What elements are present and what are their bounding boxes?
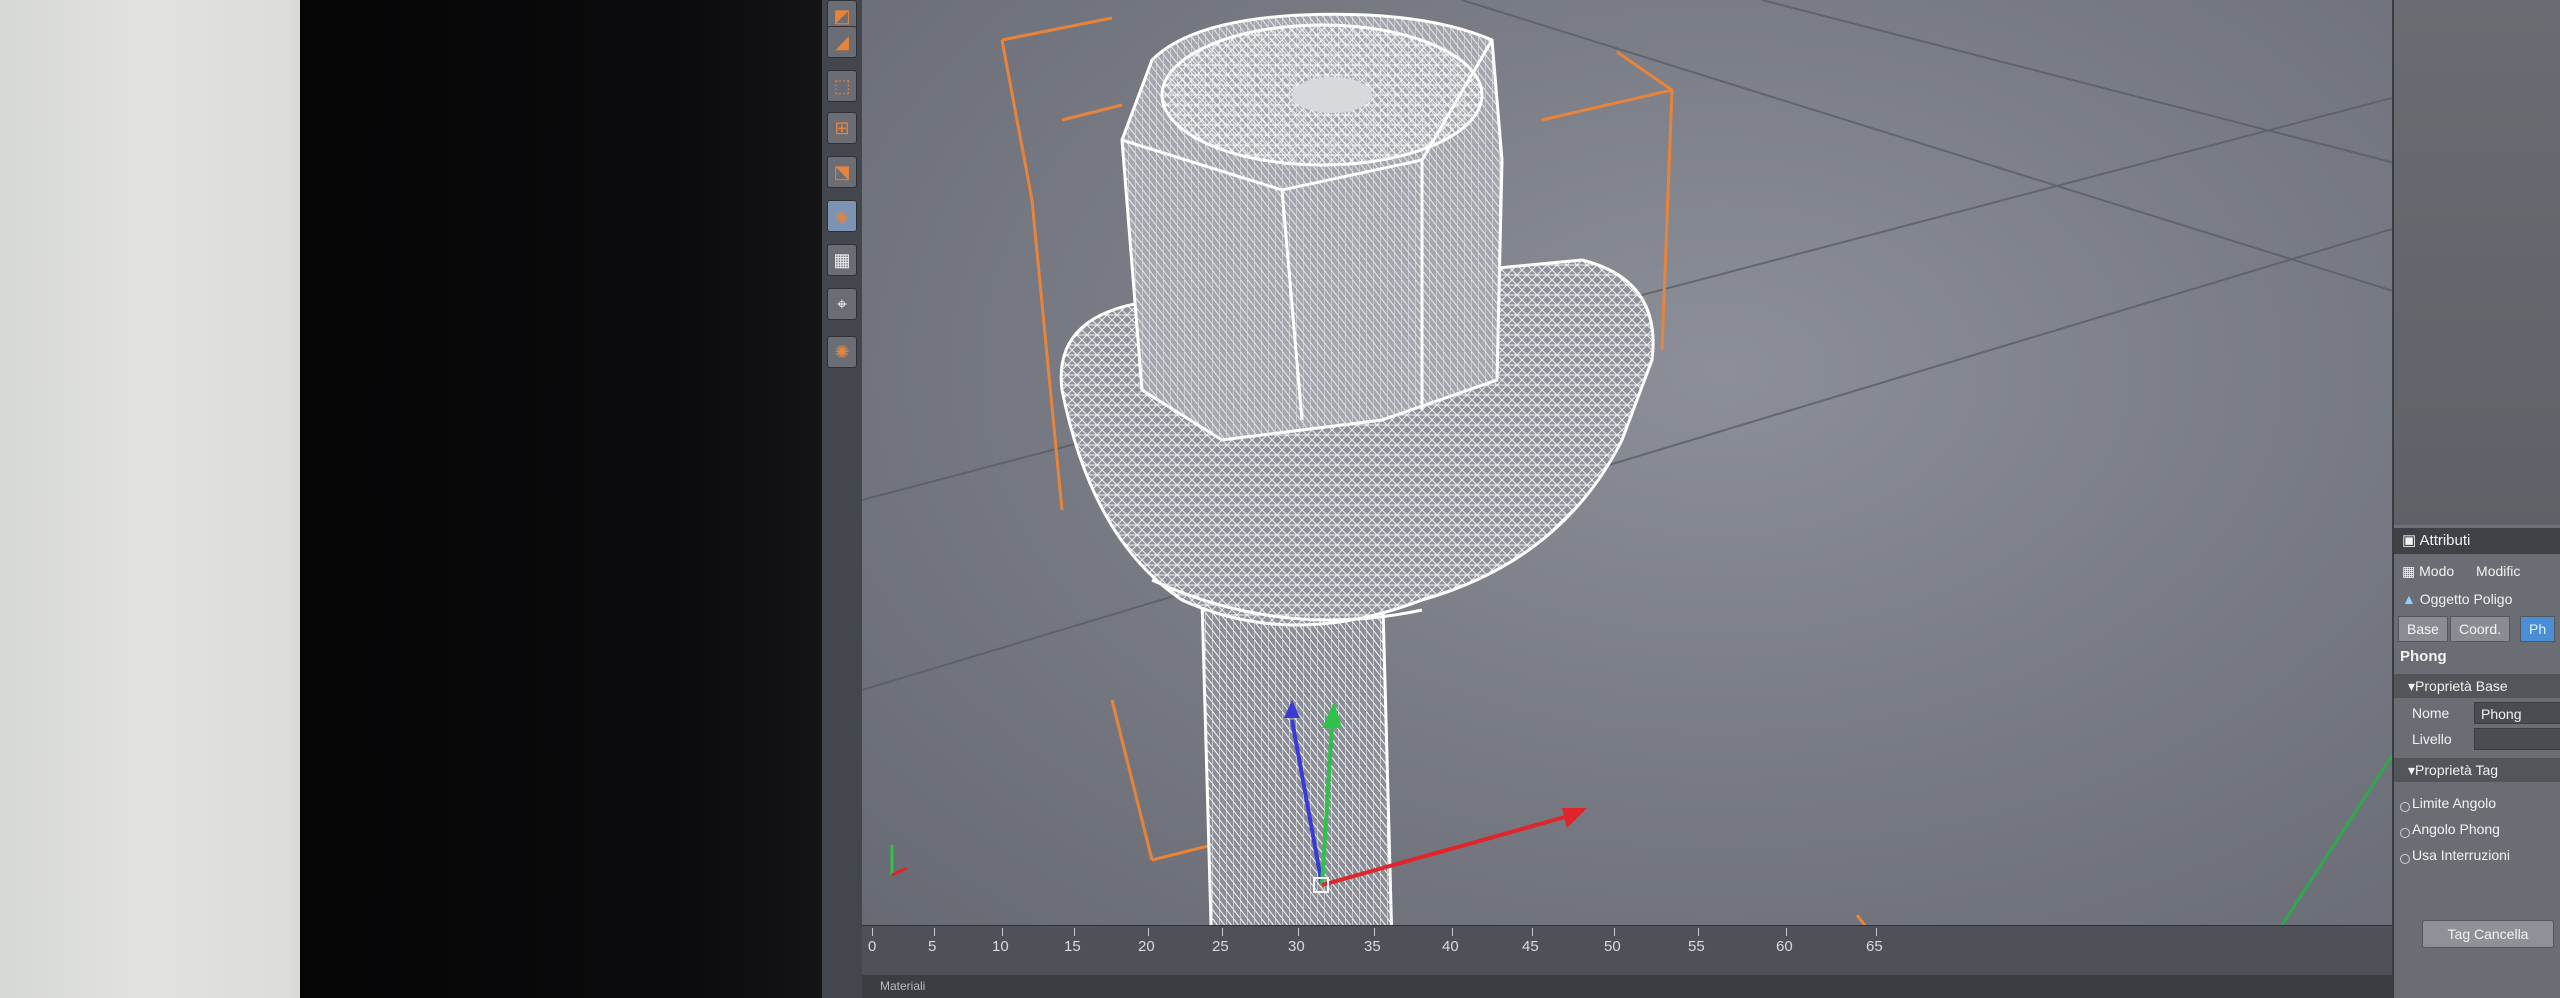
right-panel: ▣ Attributi ▦ Modo Modific ▲ Oggetto Pol… bbox=[2392, 0, 2560, 998]
timeline[interactable]: 0 5 10 15 20 25 30 35 40 45 50 55 60 65 bbox=[862, 925, 2422, 976]
uv-mode-icon[interactable]: ◈ bbox=[827, 200, 857, 232]
menu-edit[interactable]: Modific bbox=[2476, 563, 2520, 579]
tag-delete-button[interactable]: Tag Cancella bbox=[2422, 920, 2554, 948]
paint-icon[interactable]: ✺ bbox=[827, 336, 857, 368]
edges-mode-icon[interactable]: ⊞ bbox=[827, 112, 857, 144]
grid-icon: ▦ bbox=[2402, 563, 2420, 579]
timeline-tick: 35 bbox=[1364, 938, 1381, 955]
name-field[interactable]: Phong bbox=[2474, 702, 2560, 724]
attributes-title: Attributi bbox=[2419, 532, 2471, 549]
menu-mode[interactable]: Modo bbox=[2419, 563, 2454, 579]
attributes-manager: ▣ Attributi ▦ Modo Modific ▲ Oggetto Pol… bbox=[2394, 528, 2560, 998]
y-axis-line bbox=[2280, 739, 2404, 925]
mode-toolbar: ◩ ◢ ⬚ ⊞ ⬔ ◈ ▦ ⌖ ✺ bbox=[822, 0, 863, 998]
tag-heading: Phong bbox=[2400, 648, 2447, 665]
timeline-tick: 20 bbox=[1138, 938, 1155, 955]
tab-coord[interactable]: Coord. bbox=[2450, 616, 2511, 642]
timeline-tick: 50 bbox=[1604, 938, 1621, 955]
timeline-tick: 65 bbox=[1866, 938, 1883, 955]
tab-phong[interactable]: Ph bbox=[2520, 616, 2556, 642]
3d-viewport[interactable] bbox=[862, 0, 2424, 925]
timeline-tick: 55 bbox=[1688, 938, 1705, 955]
cinema4d-screen: ◩ ◢ ⬚ ⊞ ⬔ ◈ ▦ ⌖ ✺ 0 5 10 15 20 25 30 35 … bbox=[822, 0, 2560, 998]
timeline-tick: 15 bbox=[1064, 938, 1081, 955]
section-tag-properties[interactable]: ▾Proprietà Tag bbox=[2394, 758, 2560, 782]
angle-limit-label: Limite Angolo bbox=[2412, 795, 2497, 811]
timeline-tick: 40 bbox=[1442, 938, 1459, 955]
bolt-hex-head bbox=[1120, 12, 1504, 442]
angle-limit-radio[interactable] bbox=[2400, 802, 2410, 812]
expand-arrow-icon: ▾ bbox=[2408, 762, 2416, 778]
timeline-tick: 60 bbox=[1776, 938, 1793, 955]
level-label: Livello bbox=[2412, 731, 2452, 747]
view-axis-indicator bbox=[890, 845, 908, 877]
polygon-object-icon: ▲ bbox=[2402, 591, 2420, 607]
attributes-menu: ▦ Modo Modific bbox=[2402, 558, 2520, 584]
expand-arrow-icon: ▾ bbox=[2408, 678, 2416, 694]
material-manager-bar[interactable]: Materiali bbox=[862, 975, 2440, 998]
object-type-row: ▲ Oggetto Poligo bbox=[2402, 586, 2512, 612]
use-breaks-radio[interactable] bbox=[2400, 854, 2410, 864]
phong-angle-radio[interactable] bbox=[2400, 828, 2410, 838]
object-manager[interactable] bbox=[2394, 0, 2560, 525]
panel-icon: ▣ bbox=[2402, 532, 2420, 549]
points-mode-icon[interactable]: ⬚ bbox=[827, 70, 857, 102]
attributes-title-bar: ▣ Attributi bbox=[2394, 528, 2560, 554]
section-base-properties-label: Proprietà Base bbox=[2415, 678, 2508, 694]
object-mode-icon[interactable]: ◢ bbox=[827, 26, 857, 58]
phong-angle-label: Angolo Phong bbox=[2412, 821, 2500, 837]
section-base-properties[interactable]: ▾Proprietà Base bbox=[2394, 674, 2560, 698]
timeline-tick: 10 bbox=[992, 938, 1009, 955]
timeline-tick: 5 bbox=[928, 938, 937, 955]
wireframe-scene bbox=[862, 0, 2422, 925]
timeline-tick: 30 bbox=[1288, 938, 1305, 955]
tab-base[interactable]: Base bbox=[2398, 616, 2448, 642]
level-field[interactable] bbox=[2474, 728, 2560, 750]
timeline-tick: 25 bbox=[1212, 938, 1229, 955]
polygons-mode-icon[interactable]: ⬔ bbox=[827, 156, 857, 188]
name-label: Nome bbox=[2412, 705, 2450, 721]
monitor-bezel bbox=[300, 0, 840, 998]
section-tag-properties-label: Proprietà Tag bbox=[2415, 762, 2499, 778]
use-breaks-label: Usa Interruzioni bbox=[2412, 847, 2511, 863]
axis-icon[interactable]: ⌖ bbox=[827, 288, 857, 320]
checker-icon[interactable]: ▦ bbox=[827, 244, 857, 276]
object-type-label: Oggetto Poligo bbox=[2419, 591, 2513, 607]
timeline-tick: 45 bbox=[1522, 938, 1539, 955]
timeline-tick: 0 bbox=[868, 938, 877, 955]
